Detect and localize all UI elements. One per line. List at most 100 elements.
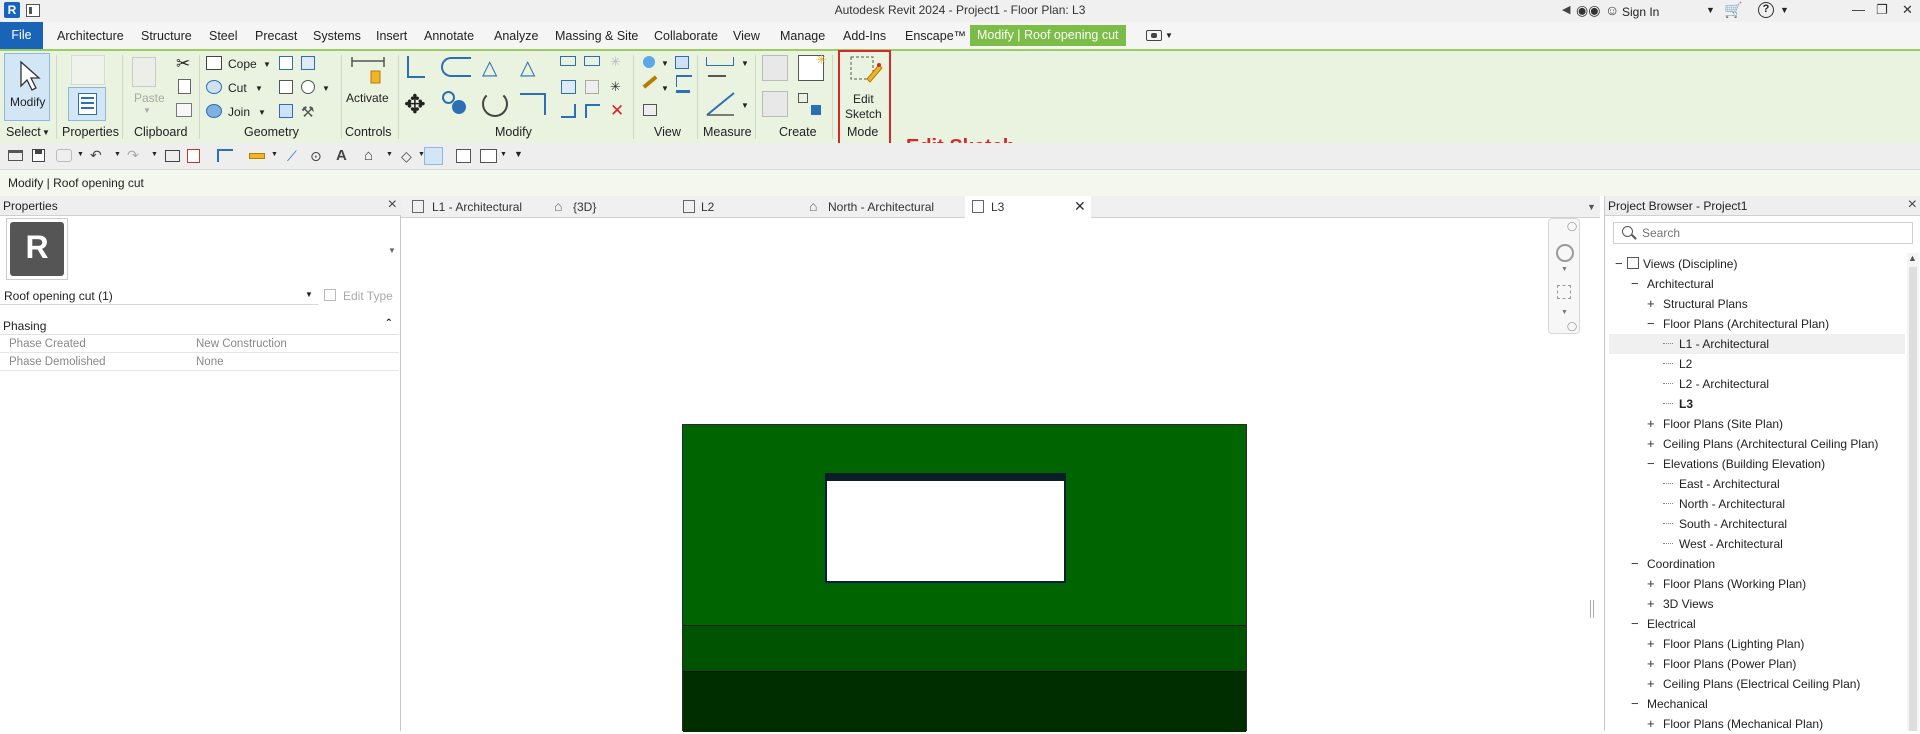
activate-button[interactable]: Activate: [346, 91, 389, 105]
tab-manage[interactable]: Manage: [780, 29, 825, 43]
tab-annotate[interactable]: Annotate: [424, 29, 474, 43]
expand-icon[interactable]: +: [1647, 676, 1657, 691]
tree-item[interactable]: + Floor Plans (Power Plan): [1609, 654, 1905, 674]
help-dropdown-icon[interactable]: ▼: [1780, 5, 1789, 15]
view-tab-l2[interactable]: L2: [676, 196, 796, 218]
binoculars-icon[interactable]: ◉◉: [1576, 2, 1600, 19]
wheel-dropdown-icon[interactable]: ▼: [1561, 266, 1568, 273]
tab-file[interactable]: File: [0, 22, 43, 49]
tree-item[interactable]: + Floor Plans (Site Plan): [1609, 414, 1905, 434]
array-icon[interactable]: [561, 80, 576, 94]
redo-dropdown-icon[interactable]: ▼: [151, 151, 158, 158]
print-icon[interactable]: [165, 150, 180, 162]
create-parts-icon[interactable]: ✳: [798, 52, 827, 81]
text-qat-icon[interactable]: A: [336, 147, 347, 164]
restore-icon[interactable]: ❐: [1876, 2, 1888, 18]
create-assembly-icon[interactable]: [762, 55, 788, 81]
extend-icon[interactable]: [585, 104, 600, 118]
open-icon[interactable]: [8, 150, 23, 161]
activate-icon[interactable]: [348, 53, 388, 89]
join-dropdown-icon[interactable]: ▼: [258, 108, 266, 117]
paint-icon[interactable]: [301, 56, 315, 70]
create-similar-icon[interactable]: [762, 91, 788, 117]
tab-add-ins[interactable]: Add-Ins: [843, 29, 886, 43]
expand-icon[interactable]: +: [1647, 636, 1657, 651]
close-icon[interactable]: ✕: [1902, 2, 1913, 18]
collapse-icon[interactable]: −: [1631, 616, 1641, 631]
measure-qat-icon[interactable]: [217, 149, 233, 162]
wall-joins-icon[interactable]: [279, 80, 293, 94]
tree-item[interactable]: + Ceiling Plans (Architectural Ceiling Pl…: [1609, 434, 1905, 454]
angle-dropdown-icon[interactable]: ▼: [741, 101, 749, 110]
select-dropdown-icon[interactable]: ▼: [42, 128, 50, 137]
minimize-icon[interactable]: —: [1852, 2, 1865, 17]
section-qat-icon[interactable]: ◇: [401, 148, 412, 165]
undo-icon[interactable]: ↶: [90, 147, 102, 164]
tab-steel[interactable]: Steel: [209, 29, 238, 43]
cut-geometry-icon[interactable]: [206, 80, 222, 94]
delete-icon[interactable]: ✕: [610, 101, 624, 121]
ribbon-toggle-dropdown-icon[interactable]: ▼: [1165, 31, 1173, 40]
user-icon[interactable]: ☺: [1605, 2, 1619, 18]
sign-in-dropdown-icon[interactable]: ▼: [1706, 5, 1715, 15]
switch-windows-icon[interactable]: [480, 149, 497, 163]
modify-button[interactable]: Modify: [4, 53, 50, 121]
drawing-canvas[interactable]: ◯ ▼ ▼ ◯: [402, 218, 1600, 732]
cope-button[interactable]: Cope: [228, 57, 257, 71]
split-face-icon[interactable]: [279, 56, 293, 70]
tree-item[interactable]: + Floor Plans (Working Plan): [1609, 574, 1905, 594]
tree-item[interactable]: South - Architectural: [1609, 514, 1905, 534]
expand-icon[interactable]: +: [1647, 656, 1657, 671]
linework-icon[interactable]: [301, 80, 315, 94]
expand-icon[interactable]: +: [1647, 416, 1657, 431]
hammer-icon[interactable]: ⚒: [301, 103, 314, 121]
property-value[interactable]: None: [196, 356, 224, 368]
angle-icon[interactable]: [704, 89, 738, 119]
cope-icon[interactable]: [206, 56, 222, 70]
collapse-icon[interactable]: −: [1631, 696, 1641, 711]
help-arrow-icon[interactable]: ◀: [1562, 3, 1570, 16]
view-cube-icon[interactable]: [643, 104, 657, 116]
tab-enscape[interactable]: Enscape™: [905, 29, 966, 43]
type-selector[interactable]: Roof opening cut (1) ▼: [0, 286, 318, 305]
match-properties-icon[interactable]: [176, 103, 192, 117]
select-panel-label[interactable]: Select: [6, 125, 41, 139]
demolish-icon[interactable]: [279, 104, 293, 118]
join-button[interactable]: Join: [228, 105, 250, 119]
tree-item[interactable]: L2 - Architectural: [1609, 374, 1905, 394]
copy-icon[interactable]: [178, 79, 191, 94]
view-tab-l1-architectural[interactable]: L1 - Architectural: [405, 196, 555, 218]
dimension-qat-dropdown-icon[interactable]: ▼: [271, 151, 278, 158]
browser-search-field[interactable]: [1613, 222, 1913, 244]
linework-dropdown-icon[interactable]: ▼: [661, 84, 669, 93]
hide-dropdown-icon[interactable]: ▼: [661, 59, 669, 68]
rotate-icon[interactable]: [482, 91, 508, 117]
undo-dropdown-icon[interactable]: ▼: [114, 151, 121, 158]
tab-view[interactable]: View: [733, 29, 760, 43]
view-tabs-menu-icon[interactable]: ▼: [1587, 202, 1596, 212]
property-value[interactable]: New Construction: [196, 338, 287, 350]
customize-qat-icon[interactable]: ▼: [514, 149, 523, 159]
tab-architecture[interactable]: Architecture: [57, 29, 124, 43]
trim-extend-icon[interactable]: [520, 93, 546, 115]
cut-button[interactable]: Cut: [228, 81, 247, 95]
tab-systems[interactable]: Systems: [313, 29, 361, 43]
type-dropdown-icon[interactable]: ▼: [388, 246, 396, 255]
expand-icon[interactable]: +: [1647, 716, 1657, 731]
aligned-dimension-icon[interactable]: [676, 75, 692, 87]
measure-dropdown-icon[interactable]: ▼: [741, 59, 749, 68]
tree-item[interactable]: North - Architectural: [1609, 494, 1905, 514]
mirror-axis-icon[interactable]: △: [482, 55, 497, 80]
browser-scrollbar[interactable]: ▲: [1907, 253, 1919, 731]
tree-item[interactable]: − Floor Plans (Architectural Plan): [1609, 314, 1905, 334]
tab-structure[interactable]: Structure: [141, 29, 192, 43]
annotation-qat-icon[interactable]: ⊙: [310, 148, 322, 165]
steering-wheel-icon[interactable]: [1556, 244, 1574, 262]
redo-icon[interactable]: ↷: [127, 147, 139, 164]
tree-item[interactable]: L2: [1609, 354, 1905, 374]
expand-icon[interactable]: +: [1647, 576, 1657, 591]
measure-between-icon[interactable]: [708, 75, 726, 87]
split-element-icon[interactable]: [560, 56, 576, 66]
close-hidden-icon[interactable]: [456, 149, 471, 163]
tab-precast[interactable]: Precast: [255, 29, 297, 43]
